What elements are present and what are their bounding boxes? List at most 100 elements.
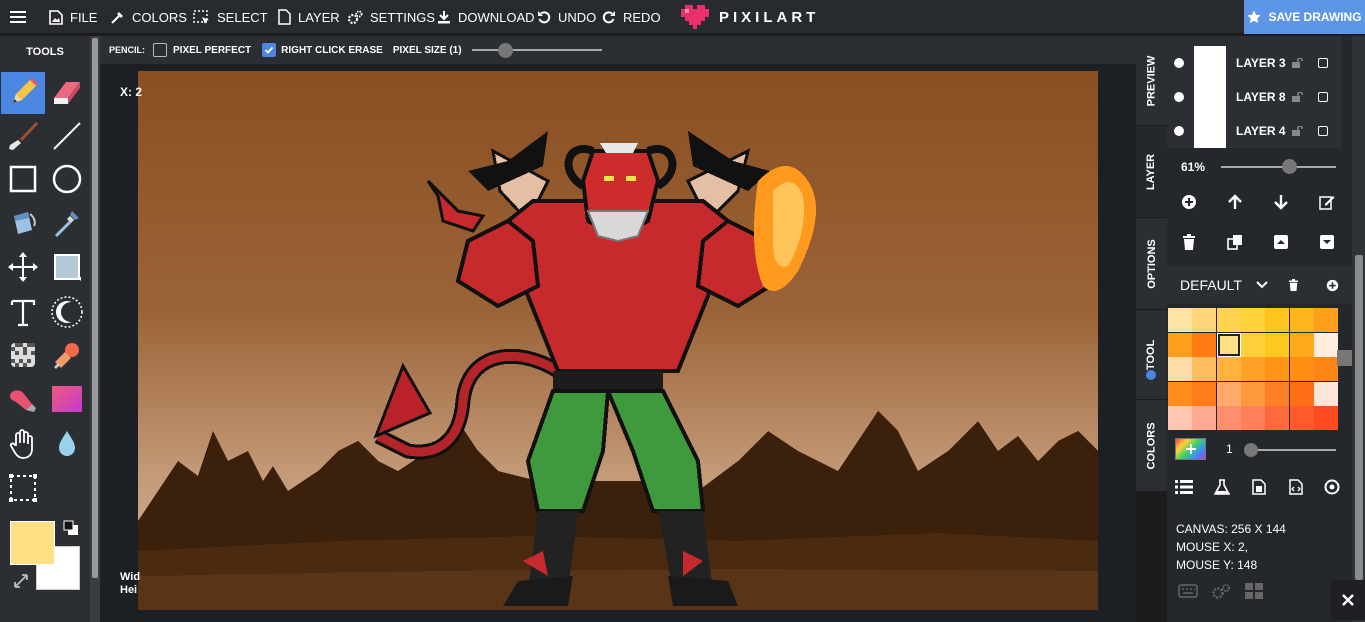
palette-color-cell[interactable] <box>1168 308 1192 332</box>
palette-color-cell[interactable] <box>1192 406 1217 430</box>
palette-color-cell[interactable] <box>1216 406 1241 430</box>
brush-tool[interactable] <box>1 115 45 157</box>
text-tool[interactable] <box>1 291 45 333</box>
close-panel-button[interactable] <box>1331 580 1365 620</box>
layer-row[interactable]: LAYER 4 <box>1167 114 1342 148</box>
drawing-canvas[interactable] <box>138 71 1098 610</box>
rectangle-tool[interactable] <box>1 158 45 200</box>
palette-color-cell[interactable] <box>1289 308 1314 332</box>
select-menu-button[interactable]: SELECT <box>193 0 268 34</box>
grid-layout-button[interactable] <box>1241 578 1267 604</box>
pixel-size-thumb[interactable] <box>497 43 513 58</box>
dither-light-tool[interactable] <box>45 291 89 333</box>
trash-icon[interactable] <box>1288 279 1299 291</box>
settings-menu-button[interactable]: SETTINGS <box>347 0 435 34</box>
palette-color-cell[interactable] <box>1265 381 1290 406</box>
palette-color-cell[interactable] <box>1313 357 1338 381</box>
tab-layer[interactable]: LAYER <box>1136 126 1167 218</box>
pixel-perfect-checkbox[interactable] <box>153 43 167 57</box>
colors-menu-button[interactable]: COLORS <box>110 0 187 34</box>
palette-color-cell[interactable] <box>1289 332 1314 357</box>
palette-target-button[interactable] <box>1319 474 1345 500</box>
tab-tool[interactable]: TOOL <box>1136 310 1167 400</box>
palette-color-cell[interactable] <box>1192 332 1217 357</box>
tab-colors[interactable]: COLORS <box>1136 400 1167 491</box>
brush-size-track[interactable] <box>1246 449 1336 451</box>
right-click-erase-checkbox[interactable] <box>262 43 277 57</box>
palette-color-cell[interactable] <box>1240 332 1265 357</box>
hamburger-menu-button[interactable] <box>10 0 26 34</box>
palette-color-cell[interactable] <box>1192 308 1217 332</box>
pencil-tool[interactable] <box>1 72 45 114</box>
tab-options[interactable]: OPTIONS <box>1136 218 1167 310</box>
save-drawing-button[interactable]: SAVE DRAWING <box>1244 0 1365 34</box>
palette-color-cell[interactable] <box>1240 357 1265 381</box>
palette-color-cell[interactable] <box>1216 332 1241 357</box>
pixilart-logo[interactable]: PIXILART <box>681 3 819 31</box>
palette-color-cell[interactable] <box>1313 406 1338 430</box>
pixel-size-slider[interactable] <box>471 43 602 58</box>
palette-name[interactable]: DEFAULT <box>1180 277 1242 293</box>
layer-select-checkbox[interactable] <box>1318 92 1328 102</box>
unlock-icon[interactable] <box>1292 126 1304 136</box>
layer-visibility-dot[interactable] <box>1174 92 1184 102</box>
palette-color-cell[interactable] <box>1265 406 1290 430</box>
layer-visibility-dot[interactable] <box>1174 126 1184 136</box>
add-layer-button[interactable] <box>1176 189 1202 215</box>
color-wheel-button[interactable] <box>1175 438 1206 460</box>
palette-color-cell[interactable] <box>1216 357 1241 381</box>
chevron-down-icon[interactable] <box>1256 281 1268 289</box>
palette-color-cell[interactable] <box>1240 406 1265 430</box>
palette-color-cell[interactable] <box>1240 381 1265 406</box>
zoom-track[interactable] <box>1221 166 1336 168</box>
layer-select-checkbox[interactable] <box>1318 58 1328 68</box>
undo-button[interactable]: UNDO <box>537 0 596 34</box>
palette-color-cell[interactable] <box>1240 308 1265 332</box>
gradient-tool[interactable] <box>45 378 89 420</box>
line-tool[interactable] <box>45 115 89 157</box>
flask-button[interactable] <box>1209 474 1235 500</box>
palette-color-cell[interactable] <box>1313 308 1338 332</box>
settings-button[interactable] <box>1208 578 1234 604</box>
layer-row[interactable]: LAYER 8 <box>1167 80 1342 114</box>
hand-tool[interactable] <box>1 423 45 465</box>
redo-button[interactable]: REDO <box>602 0 661 34</box>
layer-visibility-dot[interactable] <box>1174 58 1184 68</box>
plus-circle-icon[interactable] <box>1326 279 1339 292</box>
merge-down-button[interactable] <box>1314 229 1340 255</box>
palette-color-cell[interactable] <box>1192 381 1217 406</box>
layer-row[interactable]: LAYER 34 <box>1167 46 1342 80</box>
move-tool[interactable] <box>1 246 45 288</box>
palette-color-cell[interactable] <box>1289 381 1314 406</box>
unlock-icon[interactable] <box>1292 92 1304 102</box>
layer-select-checkbox[interactable] <box>1318 126 1328 136</box>
brush-size-thumb[interactable] <box>1244 443 1258 457</box>
ellipse-tool[interactable] <box>45 158 89 200</box>
palette-color-cell[interactable] <box>1265 308 1290 332</box>
blur-tool[interactable] <box>45 423 89 465</box>
palette-color-cell[interactable] <box>1265 357 1290 381</box>
edit-layer-button[interactable] <box>1314 189 1340 215</box>
delete-layer-button[interactable] <box>1176 229 1202 255</box>
swap-colors-icon[interactable] <box>13 573 29 589</box>
fill-tool[interactable] <box>1 202 45 244</box>
zoom-thumb[interactable] <box>1282 159 1297 174</box>
palette-code-button[interactable] <box>1283 474 1309 500</box>
palette-color-cell[interactable] <box>1313 381 1338 406</box>
file-menu-button[interactable]: FILE <box>49 0 97 34</box>
stamp-tool[interactable] <box>45 334 89 376</box>
duplicate-layer-button[interactable] <box>1222 229 1248 255</box>
default-colors-icon[interactable] <box>63 520 79 536</box>
right-panel-scrollbar-thumb[interactable] <box>1355 255 1363 580</box>
palette-import-button[interactable] <box>1246 474 1272 500</box>
primary-color-swatch[interactable] <box>10 521 55 565</box>
tab-preview[interactable]: PREVIEW <box>1136 36 1167 126</box>
marquee-select-tool[interactable] <box>1 467 45 509</box>
palette-color-cell[interactable] <box>1216 381 1241 406</box>
color-picker-tool[interactable] <box>45 202 89 244</box>
list-view-button[interactable] <box>1171 474 1197 500</box>
shade-tool[interactable] <box>1 378 45 420</box>
palette-color-cell[interactable] <box>1168 381 1192 406</box>
right-panel-resize-handle[interactable] <box>1337 350 1352 366</box>
dither-tool[interactable] <box>1 334 45 376</box>
